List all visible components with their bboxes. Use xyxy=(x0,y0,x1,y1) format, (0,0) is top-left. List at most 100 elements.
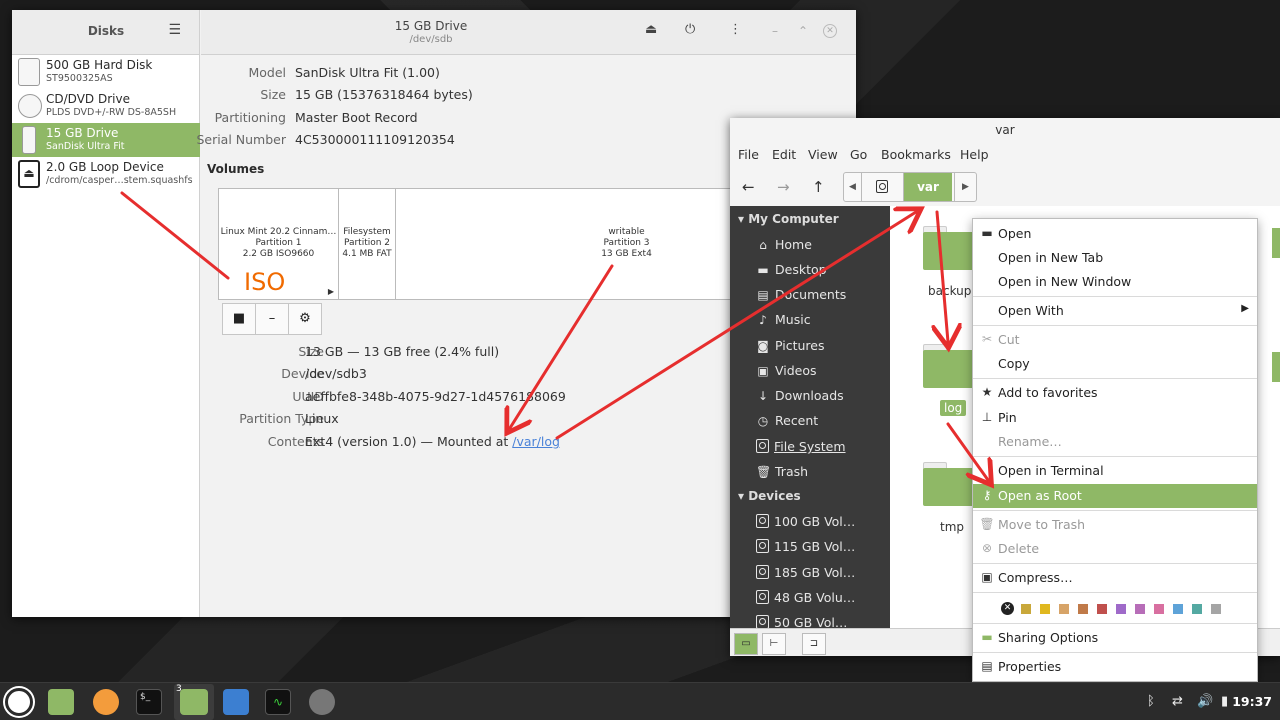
tree-view-icon[interactable]: ⊢ xyxy=(762,633,786,655)
menu-item-cut[interactable]: ✂ Cut xyxy=(973,328,1257,352)
menu-item-add-favorites[interactable]: ★ Add to favorites xyxy=(973,381,1257,405)
clock[interactable]: 19:37 xyxy=(1232,694,1272,709)
color-swatch[interactable] xyxy=(1135,604,1145,614)
menu-item-open-with[interactable]: Open With ▶ xyxy=(973,299,1257,323)
folder-icon[interactable] xyxy=(923,462,979,506)
battery-icon[interactable]: ▮ xyxy=(1221,694,1228,709)
color-swatch[interactable] xyxy=(1040,604,1050,614)
color-swatch[interactable] xyxy=(1097,604,1107,614)
breadcrumb-prev-icon[interactable]: ◀ xyxy=(844,173,862,201)
mint-menu-icon[interactable] xyxy=(5,688,33,716)
files-task-icon[interactable] xyxy=(180,689,208,715)
disks-app-icon[interactable] xyxy=(309,689,335,715)
breadcrumb-root[interactable] xyxy=(862,173,904,201)
sidebar-device[interactable]: 185 GB Vol… xyxy=(756,565,855,585)
info-value: 15 GB (15376318464 bytes) xyxy=(295,87,473,102)
menu-edit[interactable]: Edit xyxy=(772,147,796,162)
more-options-icon[interactable]: ⋮ xyxy=(729,22,742,37)
up-arrow-icon[interactable]: ↑ xyxy=(812,178,825,196)
places-toggle-icon[interactable]: ▭ xyxy=(734,633,758,655)
menu-item-open[interactable]: ▬ Open xyxy=(973,222,1257,246)
volume-icon[interactable]: 🔊 xyxy=(1197,694,1213,709)
menu-bookmarks[interactable]: Bookmarks xyxy=(881,147,951,162)
power-icon[interactable]: ⏻ xyxy=(685,22,695,37)
bluetooth-icon[interactable]: ᛒ xyxy=(1147,694,1155,709)
sidebar-item-downloads[interactable]: ↓ Downloads xyxy=(756,388,844,408)
color-swatch[interactable] xyxy=(1078,604,1088,614)
sidebar-item-filesystem[interactable]: File System xyxy=(756,439,846,459)
menu-item-open-as-root[interactable]: ⚷ Open as Root xyxy=(973,484,1257,508)
menu-item-delete[interactable]: ⊗ Delete xyxy=(973,537,1257,561)
drive-item-cdrom[interactable]: CD/DVD Drive PLDS DVD+/-RW DS-8A5SH xyxy=(12,89,200,123)
eject-icon[interactable]: ⏏ xyxy=(645,22,657,37)
clear-color-icon[interactable]: ✕ xyxy=(1001,602,1014,615)
sidebar-device[interactable]: 100 GB Vol… xyxy=(756,514,855,534)
folder-icon[interactable] xyxy=(923,226,979,270)
sidebar-device[interactable]: 50 GB Vol… xyxy=(756,615,847,628)
folder-label-selected[interactable]: log xyxy=(940,400,967,416)
sidebar-item-videos[interactable]: ▣ Videos xyxy=(756,363,816,383)
menu-item-rename[interactable]: Rename… xyxy=(973,430,1257,454)
minimize-icon[interactable]: – xyxy=(772,24,778,38)
stop-button[interactable]: ■ xyxy=(222,303,256,335)
menu-help[interactable]: Help xyxy=(960,147,989,162)
color-swatch[interactable] xyxy=(1154,604,1164,614)
terminal-toggle-icon[interactable]: ⊐ xyxy=(802,633,826,655)
partition-2[interactable]: Filesystem Partition 2 4.1 MB FAT xyxy=(339,189,396,299)
color-swatch[interactable] xyxy=(1021,604,1031,614)
folder-icon[interactable] xyxy=(1272,228,1280,258)
menu-item-open-terminal[interactable]: Open in Terminal xyxy=(973,459,1257,483)
breadcrumb-current[interactable]: var xyxy=(904,173,952,201)
sidebar-item-home[interactable]: ⌂ Home xyxy=(756,237,812,257)
menu-go[interactable]: Go xyxy=(850,147,867,162)
network-icon[interactable]: ⇄ xyxy=(1172,694,1183,709)
sidebar-device[interactable]: 48 GB Volu… xyxy=(756,590,855,610)
folder-app-icon[interactable] xyxy=(48,689,74,715)
color-swatch[interactable] xyxy=(1173,604,1183,614)
menu-item-compress[interactable]: ▣ Compress… xyxy=(973,566,1257,590)
folder-label[interactable]: tmp xyxy=(940,520,964,534)
screenshot-icon[interactable] xyxy=(223,689,249,715)
sidebar-item-music[interactable]: ♪ Music xyxy=(756,312,810,332)
menu-item-move-trash[interactable]: 🗑 Move to Trash xyxy=(973,513,1257,537)
color-swatch[interactable] xyxy=(1211,604,1221,614)
drive-item-usb[interactable]: 15 GB Drive SanDisk Ultra Fit xyxy=(12,123,200,157)
menu-item-open-new-window[interactable]: Open in New Window xyxy=(973,270,1257,294)
close-icon[interactable]: ✕ xyxy=(823,24,837,38)
menu-item-properties[interactable]: ▤ Properties xyxy=(973,655,1257,679)
folder-icon[interactable] xyxy=(923,344,979,388)
section-devices[interactable]: ▾ Devices xyxy=(738,489,801,503)
drive-item-hdd[interactable]: 500 GB Hard Disk ST9500325AS xyxy=(12,55,200,89)
menu-label: Move to Trash xyxy=(998,517,1086,532)
drive-item-loop[interactable]: ⏏ 2.0 GB Loop Device /cdrom/casper…stem.… xyxy=(12,157,200,191)
sidebar-device[interactable]: 115 GB Vol… xyxy=(756,539,855,559)
menu-item-copy[interactable]: Copy xyxy=(973,352,1257,376)
maximize-icon[interactable]: ⌃ xyxy=(798,24,808,38)
terminal-icon[interactable]: $_ xyxy=(136,689,162,715)
menu-item-sharing[interactable]: ▬ Sharing Options xyxy=(973,626,1257,650)
color-swatch[interactable] xyxy=(1116,604,1126,614)
menu-view[interactable]: View xyxy=(808,147,838,162)
folder-label[interactable]: backups xyxy=(928,284,978,298)
hamburger-menu-icon[interactable]: ☰ xyxy=(168,22,181,38)
mount-point-link[interactable]: /var/log xyxy=(512,434,560,449)
menu-file[interactable]: File xyxy=(738,147,759,162)
color-swatch[interactable] xyxy=(1059,604,1069,614)
sidebar-item-desktop[interactable]: ▬ Desktop xyxy=(756,262,826,282)
system-monitor-icon[interactable]: ∿ xyxy=(265,689,291,715)
breadcrumb-next-icon[interactable]: ▶ xyxy=(954,173,976,201)
menu-item-open-new-tab[interactable]: Open in New Tab xyxy=(973,246,1257,270)
sidebar-item-pictures[interactable]: ◙ Pictures xyxy=(756,338,824,358)
sidebar-item-recent[interactable]: ◷ Recent xyxy=(756,413,818,433)
firefox-icon[interactable] xyxy=(93,689,119,715)
forward-arrow-icon[interactable]: → xyxy=(777,178,790,196)
sidebar-item-trash[interactable]: 🗑 Trash xyxy=(756,464,808,484)
back-arrow-icon[interactable]: ← xyxy=(742,178,755,196)
gear-icon[interactable]: ⚙ xyxy=(288,303,322,335)
color-swatch[interactable] xyxy=(1192,604,1202,614)
menu-item-pin[interactable]: ⊥ Pin xyxy=(973,406,1257,430)
sidebar-item-documents[interactable]: ▤ Documents xyxy=(756,287,846,307)
delete-partition-button[interactable]: – xyxy=(255,303,289,335)
section-my-computer[interactable]: ▾ My Computer xyxy=(738,212,839,226)
folder-icon[interactable] xyxy=(1272,352,1280,382)
